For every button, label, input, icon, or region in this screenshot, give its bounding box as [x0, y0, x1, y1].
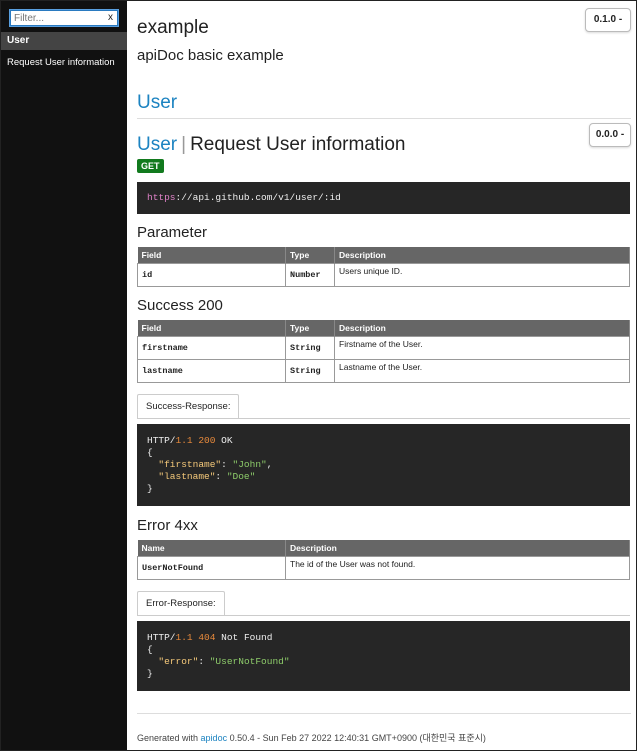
description-cell: Lastname of the User.: [334, 359, 630, 383]
page-frame: x User Request User information 0.1.0 - …: [0, 0, 637, 751]
url-path: ://api.github.com/v1/user/:id: [175, 192, 341, 203]
column-header-description: Description: [334, 320, 630, 337]
type-cell: String: [285, 359, 335, 383]
field-cell: id: [137, 263, 286, 287]
divider: [137, 118, 631, 119]
filter-box[interactable]: x: [10, 10, 118, 26]
field-cell: firstname: [137, 336, 286, 360]
table-row: lastname String Lastname of the User.: [137, 359, 630, 383]
sidebar: x User Request User information: [1, 1, 127, 750]
type-cell: String: [285, 336, 335, 360]
method-badge: GET: [137, 159, 164, 173]
footer-divider: [137, 713, 631, 714]
description-cell: Users unique ID.: [334, 263, 630, 287]
description-cell: The id of the User was not found.: [285, 556, 630, 580]
column-header-description: Description: [334, 247, 630, 264]
footer: Generated with apidoc 0.50.4 - Sun Feb 2…: [137, 733, 486, 743]
filter-input[interactable]: [14, 11, 100, 25]
project-description: apiDoc basic example: [137, 47, 284, 64]
success-table: Field Type Description firstname String …: [137, 320, 630, 383]
endpoint-url: https://api.github.com/v1/user/:id: [137, 182, 630, 214]
name-cell: UserNotFound: [137, 556, 286, 580]
api-group-name: User: [137, 134, 178, 155]
success-section-title: Success 200: [137, 297, 223, 314]
column-header-type: Type: [285, 320, 335, 337]
type-cell: Number: [285, 263, 335, 287]
sidebar-group-user[interactable]: User: [1, 32, 127, 50]
url-scheme: https: [147, 192, 176, 203]
error-response-code: HTTP/1.1 404 Not Found { "error": "UserN…: [137, 621, 630, 691]
apidoc-link[interactable]: apidoc: [201, 733, 228, 743]
parameter-table: Field Type Description id Number Users u…: [137, 247, 630, 287]
success-response-code: HTTP/1.1 200 OK { "firstname": "John", "…: [137, 424, 630, 506]
sidebar-item-request-user-information[interactable]: Request User information: [7, 57, 115, 68]
table-row: id Number Users unique ID.: [137, 263, 630, 287]
clear-filter-icon[interactable]: x: [108, 11, 113, 25]
column-header-type: Type: [285, 247, 335, 264]
column-header-field: Field: [137, 320, 286, 337]
api-title: User | Request User information: [137, 134, 406, 156]
project-name: example: [137, 17, 209, 38]
tab-success-response[interactable]: Success-Response:: [137, 394, 240, 419]
title-separator: |: [181, 134, 187, 155]
parameter-section-title: Parameter: [137, 224, 208, 241]
column-header-description: Description: [285, 540, 630, 557]
error-section-title: Error 4xx: [137, 517, 198, 534]
field-cell: lastname: [137, 359, 286, 383]
tab-error-response[interactable]: Error-Response:: [137, 591, 225, 616]
column-header-field: Field: [137, 247, 286, 264]
tab-divider: [137, 418, 630, 419]
tab-divider: [137, 615, 630, 616]
error-table: Name Description UserNotFound The id of …: [137, 540, 630, 580]
table-row: UserNotFound The id of the User was not …: [137, 556, 630, 580]
description-cell: Firstname of the User.: [334, 336, 630, 360]
api-name: Request User information: [190, 134, 406, 155]
api-version-dropdown[interactable]: 0.0.0 -: [589, 123, 631, 147]
column-header-name: Name: [137, 540, 286, 557]
group-title: User: [137, 92, 178, 113]
table-row: firstname String Firstname of the User.: [137, 336, 630, 360]
project-version-dropdown[interactable]: 0.1.0 -: [585, 8, 631, 32]
